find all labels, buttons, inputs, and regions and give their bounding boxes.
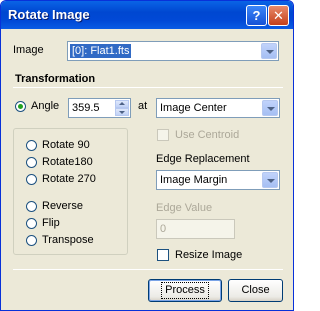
rotate-90-radio[interactable] — [26, 140, 37, 151]
rotate-image-dialog: Rotate Image ? ✕ Image [0]: Flat1.fts Tr… — [0, 0, 294, 311]
reverse-label: Reverse — [42, 200, 83, 212]
image-select-value: [0]: Flat1.fts — [70, 44, 132, 58]
chevron-down-icon[interactable] — [262, 172, 278, 188]
close-button[interactable]: Close — [228, 279, 283, 302]
edge-replacement-value: Image Margin — [160, 174, 228, 186]
rotate-180-radio[interactable] — [26, 157, 37, 168]
rotate-270-label: Rotate 270 — [42, 173, 96, 185]
edge-replacement-label: Edge Replacement — [156, 153, 250, 165]
spinner-arrows[interactable] — [115, 100, 129, 116]
title-bar[interactable]: Rotate Image ? ✕ — [1, 1, 293, 29]
close-button-label: Close — [241, 284, 270, 296]
divider — [13, 87, 283, 88]
flip-radio[interactable] — [26, 218, 37, 229]
rotate-90-label: Rotate 90 — [42, 139, 90, 151]
transpose-radio[interactable] — [26, 235, 37, 246]
center-select[interactable]: Image Center — [156, 98, 280, 118]
resize-image-checkbox[interactable] — [157, 249, 169, 261]
edge-replacement-select[interactable]: Image Margin — [156, 170, 280, 190]
help-button[interactable]: ? — [246, 5, 267, 26]
edge-value-text: 0 — [160, 223, 167, 235]
angle-value: 359.5 — [72, 102, 100, 114]
use-centroid-checkbox[interactable] — [157, 129, 169, 141]
chevron-down-icon[interactable] — [262, 100, 278, 116]
transpose-label: Transpose — [42, 234, 94, 246]
divider — [13, 269, 283, 270]
angle-spinner[interactable]: 359.5 — [68, 98, 131, 118]
resize-image-label: Resize Image — [175, 249, 243, 261]
transformation-heading: Transformation — [15, 73, 96, 85]
angle-radio[interactable] — [15, 101, 26, 112]
image-label: Image — [13, 44, 44, 56]
spin-up-icon[interactable] — [115, 100, 129, 108]
edge-value-label: Edge Value — [156, 202, 213, 214]
spin-down-icon[interactable] — [115, 108, 129, 116]
use-centroid-label: Use Centroid — [175, 129, 240, 141]
close-icon: ✕ — [273, 8, 284, 23]
process-button-label: Process — [161, 282, 209, 299]
flip-label: Flip — [42, 217, 60, 229]
at-label: at — [138, 100, 148, 112]
help-icon: ? — [252, 8, 261, 23]
rotate-180-label: Rotate180 — [42, 156, 93, 168]
close-window-button[interactable]: ✕ — [268, 5, 289, 26]
angle-label: Angle — [31, 100, 60, 112]
center-select-value: Image Center — [160, 102, 227, 114]
process-button[interactable]: Process — [148, 279, 222, 302]
window-title: Rotate Image — [8, 7, 90, 22]
chevron-down-icon[interactable] — [261, 43, 277, 59]
rotate-270-radio[interactable] — [26, 174, 37, 185]
image-select[interactable]: [0]: Flat1.fts — [67, 41, 279, 61]
reverse-radio[interactable] — [26, 201, 37, 212]
edge-value-field[interactable]: 0 — [156, 219, 235, 239]
